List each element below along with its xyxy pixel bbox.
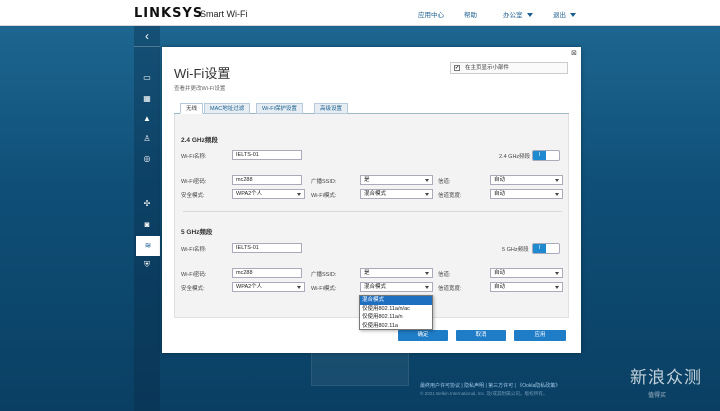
security-shield-icon[interactable]: ⛨ bbox=[142, 260, 152, 270]
alert-icon[interactable]: ▲ bbox=[142, 114, 152, 124]
band24-broadcast-label: 广播SSID: bbox=[311, 179, 337, 185]
footer-copyright: © 2021 Belkin International, Inc. 及/或其附属… bbox=[420, 391, 548, 396]
chevron-down-icon bbox=[297, 193, 301, 196]
chevron-down-icon bbox=[297, 286, 301, 289]
nav-help[interactable]: 帮助 bbox=[464, 9, 477, 19]
camera-icon[interactable]: ◙ bbox=[142, 220, 152, 230]
watermark-text: 新浪众测 bbox=[630, 368, 702, 388]
band24-broadcast-select[interactable]: 是 bbox=[360, 175, 433, 185]
rail-divider bbox=[134, 46, 160, 47]
chevron-down-icon bbox=[425, 179, 429, 182]
chevron-down-icon bbox=[425, 193, 429, 196]
band5-width-select[interactable]: 自动 bbox=[490, 282, 563, 292]
wifi-mode-dropdown-list: 混合模式 仅使用802.11a/n/ac 仅使用802.11a/n 仅使用802… bbox=[359, 295, 433, 330]
checkbox-check-icon[interactable]: ✔ bbox=[454, 65, 460, 71]
band-divider bbox=[183, 211, 562, 212]
band24-toggle[interactable]: I bbox=[532, 150, 560, 161]
band24-width-label: 信道宽度: bbox=[438, 193, 462, 199]
close-icon[interactable]: ⊠ bbox=[571, 49, 577, 57]
chevron-down-icon bbox=[570, 13, 576, 18]
band24-name-input[interactable]: IELTS-01 bbox=[232, 150, 302, 160]
band24-title: 2.4 GHz频段 bbox=[181, 137, 218, 144]
show-widget-label: 在主页显示小部件 bbox=[465, 65, 510, 71]
band24-mode-select[interactable]: 混合模式 bbox=[360, 189, 433, 199]
band5-name-input[interactable]: IELTS-01 bbox=[232, 243, 302, 253]
band24-security-label: 安全模式: bbox=[181, 193, 205, 199]
back-chevron-icon[interactable]: ‹ bbox=[141, 30, 153, 42]
connectivity-icon[interactable]: ✣ bbox=[142, 199, 152, 209]
band5-security-select[interactable]: WPA2个人 bbox=[232, 282, 305, 292]
band5-mode-label: Wi-Fi模式: bbox=[311, 286, 337, 292]
footer-links[interactable]: 最终用户许可协议 | 隐私声明 | 第三方许可 | 《Ookla隐私政策》 bbox=[420, 382, 560, 389]
band24-channel-select[interactable]: 自动 bbox=[490, 175, 563, 185]
tab-wireless[interactable]: 无线 bbox=[180, 103, 204, 114]
parental-controls-icon[interactable]: ♙ bbox=[142, 134, 152, 144]
chevron-down-icon bbox=[526, 13, 533, 18]
tab-wps[interactable]: Wi-Fi保护设置 bbox=[256, 103, 303, 114]
toggle-on-indicator: I bbox=[533, 151, 546, 160]
nav-app-center[interactable]: 应用中心 bbox=[418, 9, 444, 19]
apply-button[interactable]: 应用 bbox=[514, 330, 566, 341]
devices-icon[interactable]: ▭ bbox=[142, 73, 152, 83]
dropdown-option[interactable]: 仅使用802.11a bbox=[360, 322, 432, 331]
chevron-down-icon bbox=[425, 272, 429, 275]
tab-advanced[interactable]: 高级设置 bbox=[314, 103, 349, 114]
band5-name-label: Wi-Fi名称: bbox=[181, 247, 207, 253]
band5-band-label: 5 GHz频段 bbox=[502, 247, 529, 253]
band24-channel-label: 信道: bbox=[438, 179, 451, 185]
band5-channel-select[interactable]: 自动 bbox=[490, 268, 563, 278]
dropdown-option[interactable]: 仅使用802.11a/n/ac bbox=[360, 305, 432, 314]
left-rail bbox=[134, 26, 160, 411]
brand-subtitle: Smart Wi-Fi bbox=[200, 9, 248, 19]
dialog-title: Wi-Fi设置 bbox=[174, 66, 231, 81]
chevron-down-icon bbox=[555, 272, 559, 275]
chevron-down-icon bbox=[555, 286, 559, 289]
network-map-icon[interactable]: ▦ bbox=[142, 94, 152, 104]
band24-name-label: Wi-Fi名称: bbox=[181, 154, 207, 160]
band5-broadcast-label: 广播SSID: bbox=[311, 272, 337, 278]
band5-broadcast-select[interactable]: 是 bbox=[360, 268, 433, 278]
band5-password-label: Wi-Fi密码: bbox=[181, 272, 207, 278]
toggle-on-indicator: I bbox=[533, 244, 546, 253]
band5-password-input[interactable]: mc288 bbox=[232, 268, 302, 278]
nav-logout-menu[interactable]: 退出 bbox=[553, 9, 576, 19]
tab-bar: 无线 MAC地址过滤 Wi-Fi保护设置 高级设置 bbox=[174, 102, 569, 114]
band24-mode-label: Wi-Fi模式: bbox=[311, 193, 337, 199]
ok-button[interactable]: 确定 bbox=[398, 330, 448, 341]
band5-mode-select[interactable]: 混合模式 bbox=[360, 282, 433, 292]
chevron-down-icon bbox=[425, 286, 429, 289]
watermark-subtext: 值得买 bbox=[648, 393, 667, 399]
top-bar: LINKSYS Smart Wi-Fi 应用中心 帮助 办公室 退出 bbox=[0, 0, 720, 26]
band24-band-label: 2.4 GHz频段 bbox=[499, 154, 531, 160]
tab-mac-filter[interactable]: MAC地址过滤 bbox=[204, 103, 251, 114]
dropdown-option[interactable]: 混合模式 bbox=[360, 296, 432, 305]
band5-security-label: 安全模式: bbox=[181, 286, 205, 292]
wifi-settings-icon[interactable]: ≋ bbox=[136, 236, 160, 256]
band24-password-input[interactable]: mc288 bbox=[232, 175, 302, 185]
show-widget-checkbox[interactable]: ✔ 在主页显示小部件 bbox=[450, 62, 568, 74]
wireless-panel: 2.4 GHz频段 Wi-Fi名称: IELTS-01 2.4 GHz频段 I … bbox=[174, 114, 569, 318]
band24-password-label: Wi-Fi密码: bbox=[181, 179, 207, 185]
band5-channel-label: 信道: bbox=[438, 272, 451, 278]
band24-width-select[interactable]: 自动 bbox=[490, 189, 563, 199]
band24-security-select[interactable]: WPA2个人 bbox=[232, 189, 305, 199]
background-panel bbox=[311, 352, 409, 386]
speed-test-icon[interactable]: ◎ bbox=[142, 154, 152, 164]
band5-width-label: 信道宽度: bbox=[438, 286, 462, 292]
band5-title: 5 GHz频段 bbox=[181, 229, 213, 236]
dropdown-option[interactable]: 仅使用802.11a/n bbox=[360, 313, 432, 322]
dialog-subtitle: 查看并更改Wi-Fi设置 bbox=[174, 86, 226, 92]
chevron-down-icon bbox=[555, 179, 559, 182]
brand-logo: LINKSYS bbox=[134, 6, 204, 21]
nav-office-menu[interactable]: 办公室 bbox=[503, 9, 533, 19]
chevron-down-icon bbox=[555, 193, 559, 196]
cancel-button[interactable]: 取消 bbox=[456, 330, 506, 341]
band5-toggle[interactable]: I bbox=[532, 243, 560, 254]
